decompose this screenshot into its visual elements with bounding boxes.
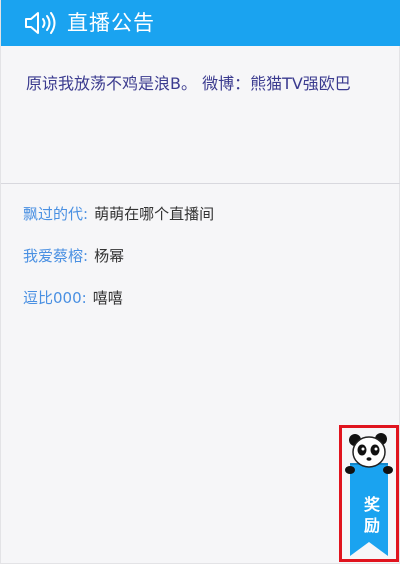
chat-message: 我爱蔡榕: 杨幂 <box>23 244 124 268</box>
speaker-icon <box>25 12 56 34</box>
panel-header: 直播公告 <box>1 0 400 46</box>
chat-text: 杨幂 <box>94 247 125 265</box>
chat-username[interactable]: 逗比000: <box>23 289 87 307</box>
announcement-text: 原谅我放荡不鸡是浪B。 微博：熊猫TV强欧巴 <box>26 74 351 93</box>
divider <box>1 183 400 184</box>
panel-title: 直播公告 <box>67 11 155 35</box>
chat-username[interactable]: 我爱蔡榕: <box>23 247 88 265</box>
announcement-panel: 直播公告 原谅我放荡不鸡是浪B。 微博：熊猫TV强欧巴 飘过的代: 萌萌在哪个直播… <box>0 0 400 564</box>
chat-text: 萌萌在哪个直播间 <box>94 205 215 223</box>
chat-username[interactable]: 飘过的代: <box>23 205 88 223</box>
reward-label: 奖励 <box>363 495 380 535</box>
chat-text: 嘻嘻 <box>92 289 123 307</box>
reward-button[interactable]: 奖励 <box>339 425 399 562</box>
chat-message: 逗比000: 嘻嘻 <box>23 286 123 310</box>
chat-message: 飘过的代: 萌萌在哪个直播间 <box>23 202 214 226</box>
